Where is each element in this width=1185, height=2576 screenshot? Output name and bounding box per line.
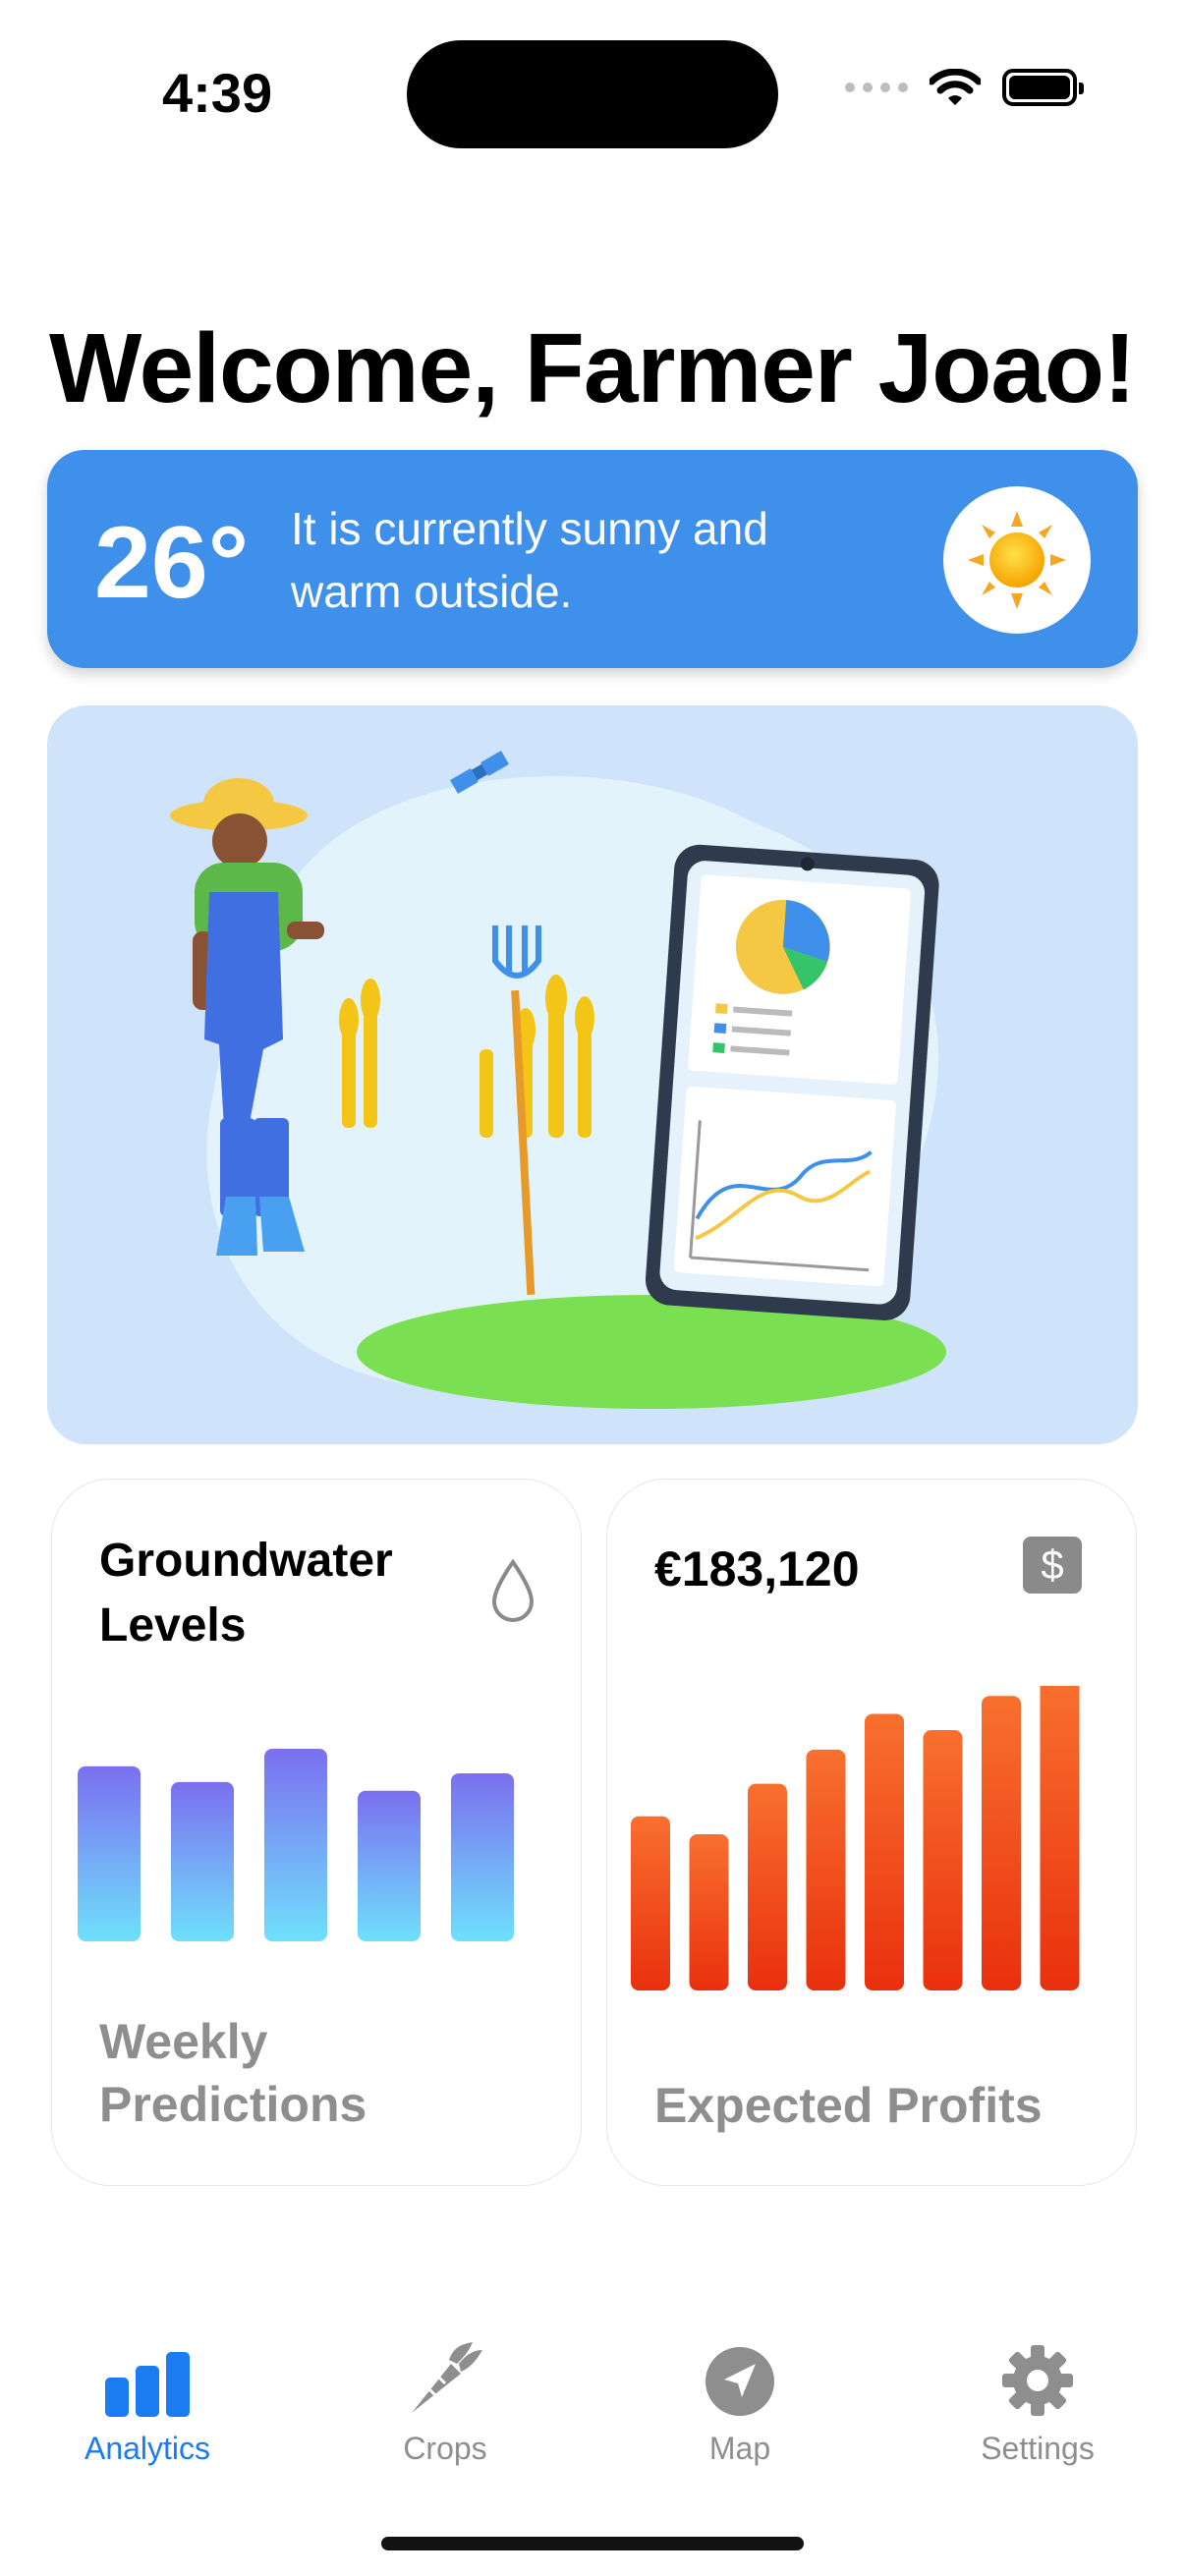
profits-caption: Expected Profits bbox=[654, 2078, 1043, 2133]
bar-6 bbox=[923, 1730, 963, 1990]
tab-crops-label: Crops bbox=[403, 2431, 487, 2466]
groundwater-caption: Weekly Predictions bbox=[99, 2014, 367, 2132]
location-arrow-icon bbox=[705, 2347, 774, 2416]
weather-card[interactable]: 26° It is currently sunny and warm outsi… bbox=[47, 450, 1138, 668]
temperature: 26° bbox=[94, 506, 250, 620]
status-icons bbox=[845, 69, 1084, 106]
tab-bar: Analytics Crops Map Settings bbox=[0, 2328, 1185, 2486]
weather-icon-badge bbox=[943, 486, 1091, 634]
tab-crops[interactable]: Crops bbox=[337, 2328, 553, 2467]
tab-analytics[interactable]: Analytics bbox=[39, 2328, 255, 2467]
status-time: 4:39 bbox=[162, 62, 273, 124]
carrot-icon bbox=[412, 2342, 482, 2413]
bar-3 bbox=[264, 1749, 327, 1941]
cellular-signal-icon bbox=[845, 83, 908, 92]
battery-icon bbox=[1002, 69, 1084, 106]
sun-icon bbox=[968, 511, 1066, 609]
bar-8 bbox=[1040, 1686, 1080, 1990]
bar-4 bbox=[358, 1790, 421, 1941]
bar-5 bbox=[865, 1713, 904, 1990]
wifi-icon bbox=[930, 69, 981, 105]
hero-illustration bbox=[47, 705, 1138, 1444]
dynamic-island bbox=[407, 40, 778, 148]
profits-value: €183,120 bbox=[654, 1541, 860, 1596]
weather-description: It is currently sunny and warm outside. bbox=[291, 503, 768, 617]
page-title: Welcome, Farmer Joao! bbox=[49, 313, 1136, 423]
tab-settings-label: Settings bbox=[981, 2431, 1095, 2466]
groundwater-title: Groundwater Levels bbox=[99, 1535, 393, 1652]
bar-2 bbox=[689, 1834, 729, 1990]
tab-settings[interactable]: Settings bbox=[930, 2328, 1146, 2467]
bar-7 bbox=[982, 1696, 1021, 1990]
groundwater-card[interactable]: Groundwater Levels Weekly Predictions bbox=[51, 1479, 582, 2186]
farmer-illustration bbox=[170, 751, 946, 1409]
bar-1 bbox=[78, 1765, 141, 1941]
bar-4 bbox=[806, 1749, 846, 1990]
bar-chart-icon bbox=[105, 2352, 190, 2417]
tab-map[interactable]: Map bbox=[632, 2328, 848, 2467]
profits-bar-chart bbox=[631, 1686, 1080, 1990]
gear-icon bbox=[1002, 2345, 1073, 2416]
water-drop-icon bbox=[491, 1558, 535, 1622]
bar-2 bbox=[171, 1781, 234, 1941]
profits-card[interactable]: €183,120 $ Expected Profits bbox=[606, 1479, 1137, 2186]
bar-5 bbox=[451, 1772, 514, 1941]
bar-3 bbox=[748, 1783, 787, 1990]
home-indicator bbox=[381, 2537, 804, 2550]
tab-map-label: Map bbox=[708, 2431, 771, 2466]
bar-1 bbox=[631, 1816, 670, 1990]
tab-analytics-label: Analytics bbox=[84, 2431, 211, 2466]
groundwater-bar-chart bbox=[78, 1749, 514, 1941]
dollar-icon: $ bbox=[1023, 1537, 1082, 1594]
